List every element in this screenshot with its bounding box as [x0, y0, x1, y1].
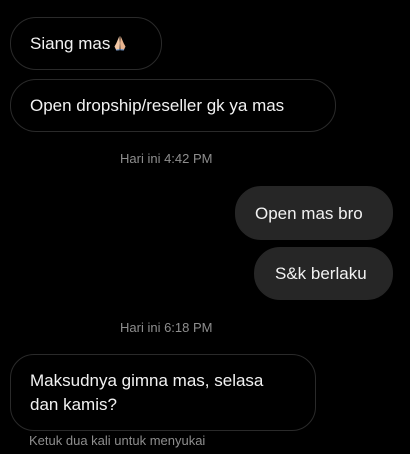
message-text-line: Maksudnya gimna mas, selasa — [30, 371, 264, 390]
message-text: Siang mas — [30, 34, 111, 53]
message-bubble-outgoing[interactable]: S&k berlaku — [254, 247, 393, 300]
folded-hands-icon — [111, 34, 129, 59]
double-tap-like-hint: Ketuk dua kali untuk menyukai — [29, 433, 206, 448]
message-bubble-incoming[interactable]: Siang mas — [10, 17, 162, 70]
message-bubble-outgoing[interactable]: Open mas bro — [235, 186, 393, 240]
message-text: Open dropship/reseller gk ya mas — [30, 96, 285, 115]
message-text-line: dan kamis? — [30, 395, 117, 414]
message-text: Open mas bro — [255, 204, 363, 223]
timestamp: Hari ini 6:18 PM — [120, 320, 213, 335]
message-bubble-incoming[interactable]: Open dropship/reseller gk ya mas — [10, 79, 336, 132]
timestamp: Hari ini 4:42 PM — [120, 151, 213, 166]
message-text: S&k berlaku — [275, 264, 367, 283]
message-bubble-incoming[interactable]: Maksudnya gimna mas, selasa dan kamis? — [10, 354, 316, 431]
